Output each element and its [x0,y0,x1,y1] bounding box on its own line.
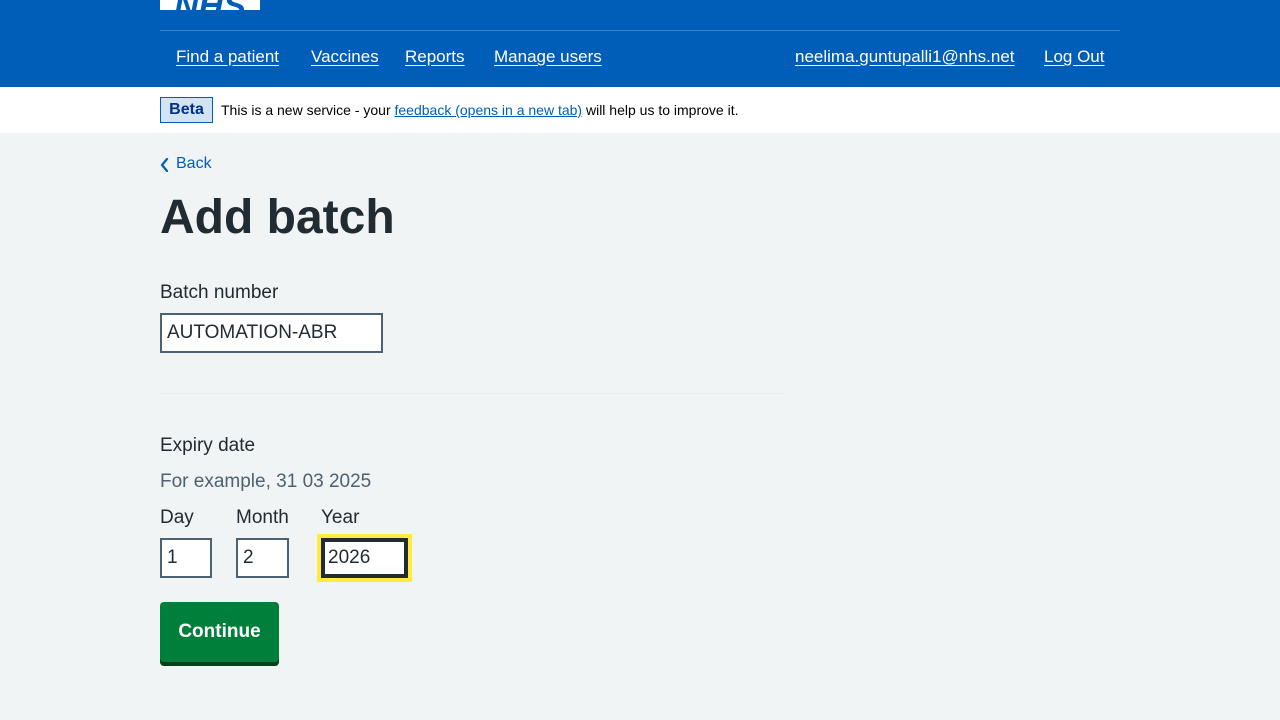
feedback-link[interactable]: feedback (opens in a new tab) [395,102,583,118]
chevron-left-icon [160,158,169,172]
beta-banner-text: This is a new service - your feedback (o… [221,102,738,118]
year-label: Year [321,507,360,528]
beta-text-after: will help us to improve it. [582,102,739,118]
section-divider [160,393,786,394]
batch-number-input[interactable] [160,313,383,353]
nav-find-patient[interactable]: Find a patient [176,47,279,67]
nav-log-out[interactable]: Log Out [1044,47,1105,67]
back-link-label: Back [176,155,212,172]
month-label: Month [236,507,289,528]
expiry-date-legend: Expiry date [160,435,256,456]
nav-manage-users[interactable]: Manage users [494,47,602,67]
site-header: NHS Find a patient Vaccines Reports Mana… [0,0,1280,87]
header-divider [160,30,1120,31]
nhs-logo[interactable]: NHS [160,0,260,10]
nav-user-email[interactable]: neelima.guntupalli1@nhs.net [795,47,1015,67]
page-title: Add batch [160,191,395,244]
day-label: Day [160,507,194,528]
batch-number-label: Batch number [160,282,279,303]
expiry-month-input[interactable] [236,538,289,578]
nav-vaccines[interactable]: Vaccines [311,47,379,67]
beta-tag: Beta [160,97,213,123]
expiry-day-input[interactable] [160,538,212,578]
nhs-logo-text: NHS [160,0,260,10]
continue-button[interactable]: Continue [160,602,279,662]
nav-reports[interactable]: Reports [405,47,465,67]
beta-text-before: This is a new service - your [221,102,395,118]
expiry-year-input[interactable] [321,538,408,578]
phase-banner: Beta This is a new service - your feedba… [0,87,1280,133]
expiry-date-hint: For example, 31 03 2025 [160,471,372,492]
